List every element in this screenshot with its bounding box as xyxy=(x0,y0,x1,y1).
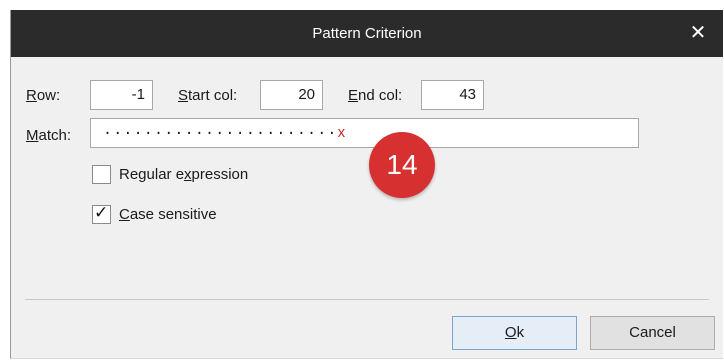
end-col-input[interactable]: 43 xyxy=(421,80,484,110)
match-value: ·······················x xyxy=(103,124,346,142)
match-input[interactable]: ·······················x xyxy=(90,118,639,148)
footer-separator xyxy=(25,299,709,300)
checkmark-icon: ✓ xyxy=(94,203,109,222)
regular-expression-checkbox[interactable] xyxy=(92,165,111,184)
case-sensitive-checkbox[interactable]: ✓ xyxy=(92,203,111,224)
row-input[interactable]: -1 xyxy=(90,80,153,110)
dialog-title: Pattern Criterion xyxy=(312,25,422,42)
regular-expression-label[interactable]: Regular expression xyxy=(119,165,248,185)
start-col-input[interactable]: 20 xyxy=(260,80,323,110)
close-icon[interactable]: ✕ xyxy=(683,10,713,57)
step-number-badge: 14 xyxy=(369,132,435,198)
match-label: Match: xyxy=(26,127,72,144)
start-col-label: Start col: xyxy=(178,87,238,104)
title-bar: Pattern Criterion ✕ xyxy=(11,10,723,57)
row-label: Row: xyxy=(26,87,61,104)
case-sensitive-label[interactable]: Case sensitive xyxy=(119,205,217,225)
end-col-label: End col: xyxy=(348,87,403,104)
match-value-end: x xyxy=(337,124,346,141)
cancel-button[interactable]: Cancel xyxy=(590,316,715,350)
pattern-criterion-dialog: Pattern Criterion ✕ Row: -1 Start col: 2… xyxy=(10,10,723,359)
ok-button[interactable]: Ok xyxy=(452,316,577,350)
